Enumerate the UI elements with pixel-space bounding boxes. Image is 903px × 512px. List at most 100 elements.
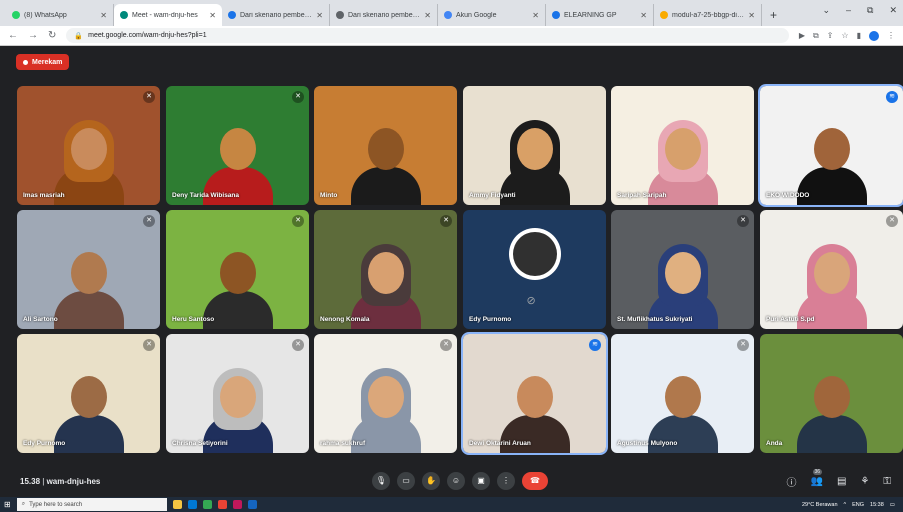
app3-icon[interactable]: [247, 500, 257, 509]
store-icon[interactable]: [187, 500, 197, 509]
people-icon[interactable]: 👥 36: [811, 468, 823, 487]
tray-arrow-icon[interactable]: ^: [844, 502, 847, 508]
participant-tile[interactable]: ⊘ Edy Purnomo: [463, 210, 606, 329]
participant-video: [350, 234, 421, 329]
chat-icon[interactable]: ▤: [837, 476, 846, 487]
participant-tile[interactable]: ✕ Agustinus Mulyono: [611, 334, 754, 453]
tab-favicon-icon: [120, 11, 128, 19]
camera-icon[interactable]: ▭: [397, 472, 415, 490]
reload-icon[interactable]: ↻: [48, 30, 56, 41]
weather-text[interactable]: 29°C Berawan: [802, 502, 838, 508]
tab-close-icon[interactable]: ✕: [640, 11, 647, 20]
emoji-icon[interactable]: ☺: [447, 472, 465, 490]
participant-video: [53, 234, 124, 329]
participant-tile[interactable]: ✕ Imas masriah: [17, 86, 160, 205]
participant-face: [367, 252, 404, 294]
forward-icon[interactable]: →: [28, 30, 38, 41]
bookmark-star-icon[interactable]: ☆: [841, 31, 848, 40]
window-controls: ⌄ – ⧉ ✕: [822, 5, 897, 16]
participant-video: [350, 110, 421, 205]
share-icon[interactable]: ⇪: [827, 31, 834, 40]
windows-start-icon[interactable]: ⊞: [4, 500, 11, 509]
close-window-icon[interactable]: ✕: [889, 5, 897, 16]
browser-tab[interactable]: Akun Google ✕: [438, 4, 546, 26]
tab-label: Meet - wam-dnju-hes: [132, 11, 198, 19]
participant-tile[interactable]: ✕ Edy Purnomo: [17, 334, 160, 453]
tab-close-icon[interactable]: ✕: [532, 11, 539, 20]
screen-share-icon[interactable]: ⧉: [813, 31, 819, 41]
meeting-code: wam-dnju-hes: [46, 476, 101, 486]
participant-name: Edy Purnomo: [469, 316, 512, 323]
info-icon[interactable]: ⓘ: [787, 474, 797, 489]
browser-tab[interactable]: ELEARNING GP ✕: [546, 4, 654, 26]
chrome-icon[interactable]: [217, 500, 227, 509]
participant-tile[interactable]: ✕ Chrisna Setiyorini: [166, 334, 309, 453]
camera-indicator-icon[interactable]: ▶: [799, 31, 805, 40]
browser-tab[interactable]: Dari skenario pembelajaran yan... ✕: [330, 4, 438, 26]
app-icon[interactable]: [202, 500, 212, 509]
participant-body: [499, 415, 570, 453]
browser-tab[interactable]: Dari skenario pembelajaran yan... ✕: [222, 4, 330, 26]
tab-close-icon[interactable]: ✕: [424, 11, 431, 20]
browser-tab[interactable]: (8) WhatsApp ✕: [6, 4, 114, 26]
host-controls-icon[interactable]: ⚿: [883, 476, 891, 487]
participant-tile[interactable]: ✕ rahma sukhruf: [314, 334, 457, 453]
participant-video: [53, 110, 124, 205]
raise-hand-icon[interactable]: ✋: [422, 472, 440, 490]
participant-face: [664, 252, 701, 294]
file-explorer-icon[interactable]: [172, 500, 182, 509]
tab-close-icon[interactable]: ✕: [316, 11, 323, 20]
participant-face: [813, 252, 850, 294]
participant-tile[interactable]: ✕ Deny Tarida Wibisana: [166, 86, 309, 205]
participant-tile[interactable]: Ammy Fidyanti: [463, 86, 606, 205]
clock[interactable]: 15:38: [870, 502, 884, 508]
tab-search-icon[interactable]: ⌄: [822, 5, 830, 16]
tab-close-icon[interactable]: ✕: [748, 11, 755, 20]
more-options-icon[interactable]: ⋮: [497, 472, 515, 490]
tab-favicon-icon: [444, 11, 452, 19]
mic-off-icon: ✕: [886, 215, 898, 227]
obs-logo-inner: [512, 232, 557, 276]
participant-tile[interactable]: ✕ Ali Sartono: [17, 210, 160, 329]
taskbar-search[interactable]: ⌕ Type here to search: [16, 498, 167, 511]
back-icon[interactable]: ←: [8, 30, 18, 41]
participant-tile[interactable]: Anda: [760, 334, 903, 453]
participant-tile[interactable]: ≋ Dewi Oktarini Aruan: [461, 332, 608, 455]
minimize-icon[interactable]: –: [846, 5, 851, 16]
language-indicator[interactable]: ENG: [852, 502, 864, 508]
notification-icon[interactable]: ▭: [890, 502, 895, 508]
participant-tile[interactable]: ✕ Heru Santoso: [166, 210, 309, 329]
tab-close-icon[interactable]: ✕: [209, 11, 216, 20]
activities-icon[interactable]: ⚘: [860, 476, 869, 487]
participant-tile[interactable]: ✕ Puri Astuti S.pd: [760, 210, 903, 329]
windows-taskbar: ⊞ ⌕ Type here to search 29°C Berawan ^ E…: [0, 497, 903, 512]
participant-name: EKO WIDODO: [766, 192, 810, 199]
new-tab-icon[interactable]: +: [762, 4, 785, 26]
participant-tile[interactable]: Minto: [314, 86, 457, 205]
end-call-icon[interactable]: ☎: [522, 472, 548, 490]
tab-close-icon[interactable]: ✕: [100, 11, 107, 20]
restore-icon[interactable]: ⧉: [867, 5, 873, 16]
browser-tab[interactable]: modul-a7-25-bbgp-diy-eco-w... ✕: [654, 4, 762, 26]
participant-body: [796, 167, 867, 205]
microphone-icon[interactable]: 🎙: [372, 472, 390, 490]
participant-tile[interactable]: ✕ Nenong Komala: [314, 210, 457, 329]
participant-video: [647, 110, 718, 205]
participant-name: Ali Sartono: [23, 316, 58, 323]
menu-kebab-icon[interactable]: ⋮: [887, 31, 895, 40]
participant-tile[interactable]: Saripah Saripah: [611, 86, 754, 205]
browser-tab[interactable]: Meet - wam-dnju-hes ✕: [114, 4, 222, 26]
sidebar-icon[interactable]: ▮: [857, 31, 861, 40]
present-icon[interactable]: ▣: [472, 472, 490, 490]
participant-tile[interactable]: ≋ EKO WIDODO: [758, 84, 903, 207]
app2-icon[interactable]: [232, 500, 242, 509]
participant-name: Agustinus Mulyono: [617, 440, 678, 447]
participant-tile[interactable]: ✕ St. Muflikhatus Sukriyati: [611, 210, 754, 329]
participant-name: Dewi Oktarini Aruan: [469, 440, 531, 447]
participant-face: [813, 376, 850, 418]
url-field[interactable]: 🔒 meet.google.com/wam-dnju-hes?pli=1: [66, 28, 789, 43]
speaking-indicator-icon: ≋: [886, 91, 898, 103]
participant-body: [350, 167, 421, 205]
recording-badge[interactable]: Merekam: [16, 54, 70, 70]
profile-avatar[interactable]: [869, 30, 879, 41]
